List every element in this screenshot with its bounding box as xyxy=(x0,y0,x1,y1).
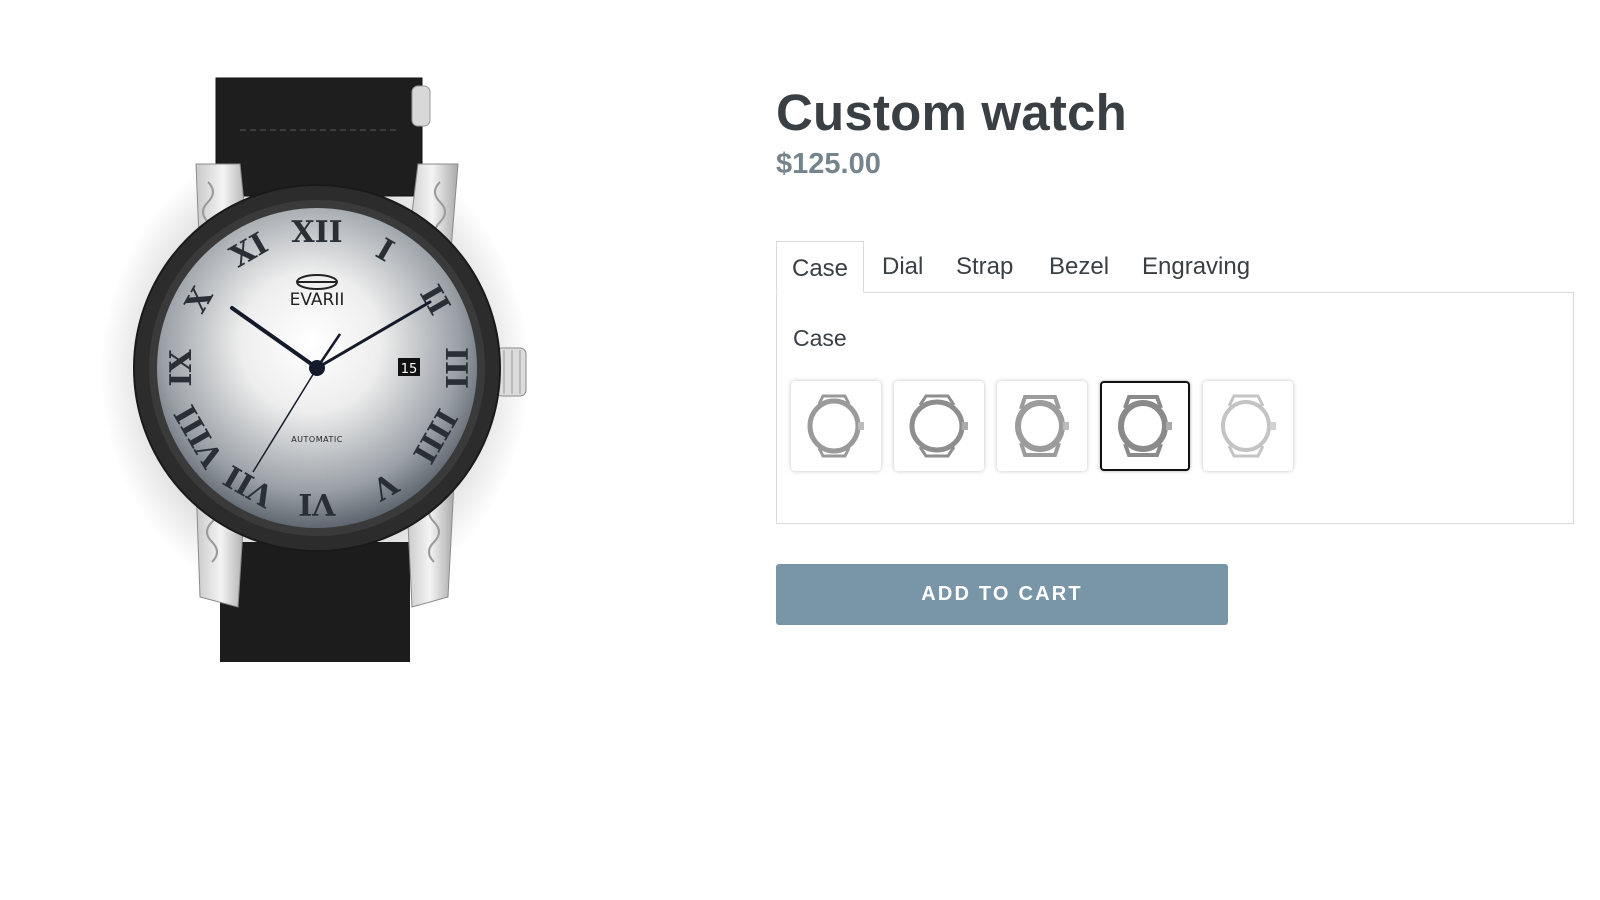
dial-numeral: IX xyxy=(164,349,199,387)
hands-pivot xyxy=(309,360,325,376)
case-option-4[interactable] xyxy=(1100,381,1190,471)
option-tabs: Case Dial Strap Bezel Engraving xyxy=(776,241,1574,293)
case-option-5[interactable] xyxy=(1203,381,1293,471)
tab-case[interactable]: Case xyxy=(776,241,865,293)
tab-bezel[interactable]: Bezel xyxy=(1049,241,1109,293)
tab-strap[interactable]: Strap xyxy=(956,241,1013,293)
tab-engraving[interactable]: Engraving xyxy=(1142,241,1250,293)
product-price: $125.00 xyxy=(776,148,881,180)
case-option-3[interactable] xyxy=(997,381,1087,471)
dial-automatic-text: AUTOMATIC xyxy=(291,435,343,444)
product-image: XII I II IIII V VI VII VIII IX X XI III EVARII AUTO… xyxy=(100,72,560,692)
brand-name: EVARII xyxy=(290,290,345,310)
case-option-2[interactable] xyxy=(894,381,984,471)
product-title: Custom watch xyxy=(776,84,1127,141)
product-info: Custom watch $125.00 Case Dial Strap Bez… xyxy=(776,84,1574,625)
tab-dial[interactable]: Dial xyxy=(882,241,923,293)
date-value: 15 xyxy=(401,362,418,377)
watch-image: XII IIIIIIIVVIVIIVIIIIXXXIIII EVARII AUTO… xyxy=(100,77,530,662)
dial-numeral: VI xyxy=(298,486,336,521)
dial-numeral: III xyxy=(438,347,473,389)
panel-label: Case xyxy=(793,325,847,351)
add-to-cart-button[interactable]: ADD TO CART xyxy=(776,564,1228,625)
dial-numeral: XII xyxy=(291,215,342,250)
product-page: XII I II IIII V VI VII VIII IX X XI III EVARII AUTO… xyxy=(0,0,1600,900)
case-options-panel: Case xyxy=(776,292,1574,524)
case-option-1[interactable] xyxy=(791,381,881,471)
